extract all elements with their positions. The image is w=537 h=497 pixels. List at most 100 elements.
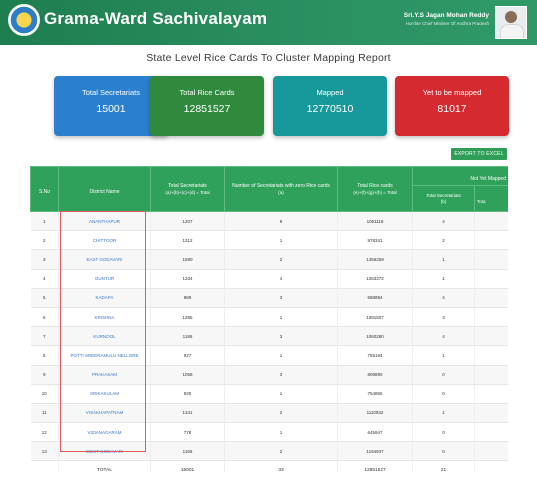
cell-nym-total-secretariats: 1 (412, 403, 475, 424)
cell-total-rice-cards: 688894 (337, 288, 413, 308)
header-total-secretariats: Total Secretariats (a)+(b)+(c)+(d) = Tot… (150, 166, 225, 212)
page-title: State Level Rice Cards To Cluster Mappin… (146, 52, 391, 64)
card-label: Mapped (316, 88, 344, 97)
cell-total-secretariats: 889 (150, 288, 225, 308)
cell-total-rice-cards: 1081507 (337, 307, 413, 328)
cell-nym-total-secretariats: 0 (412, 384, 475, 404)
cell-nym-next (474, 384, 508, 404)
photo-head (505, 11, 517, 23)
cell-nym-next (474, 269, 508, 289)
cell-sno: 6 (30, 307, 59, 328)
photo-body (500, 24, 524, 38)
card-value: 12770510 (306, 103, 354, 115)
cell-nym-total-secretariats: 2 (412, 230, 475, 251)
cell-total-rice-cards: 1061119 (337, 211, 413, 232)
cell-nym-next (474, 422, 508, 443)
cell-zero-rice-cards: 4 (224, 269, 338, 289)
app-title: Grama-Ward Sachivalayam (44, 9, 268, 28)
total-secretariats: 15001 (150, 460, 225, 472)
mapped-card[interactable]: Mapped 12770510 (273, 76, 387, 136)
cell-total-rice-cards: 1184937 (337, 441, 413, 462)
cell-sno: 4 (30, 269, 59, 289)
card-label: Total Rice Cards (179, 88, 235, 97)
cm-photo-icon (495, 6, 527, 39)
cell-nym-total-secretariats: 4 (412, 211, 475, 232)
card-value: 12851527 (183, 103, 231, 115)
cell-nym-next (474, 403, 508, 424)
cell-total-rice-cards: 809890 (337, 365, 413, 385)
cell-total-rice-cards: 1110932 (337, 403, 413, 424)
cell-total-secretariats: 1334 (150, 269, 225, 289)
cell-total-secretariats: 927 (150, 345, 225, 366)
cell-zero-rice-cards: 2 (224, 249, 338, 270)
cell-nym-total-secretariats: 3 (412, 307, 475, 328)
total-rice-cards: 12851527 (337, 460, 413, 472)
cell-sno: 11 (30, 403, 59, 424)
cell-zero-rice-cards: 2 (224, 441, 338, 462)
cell-zero-rice-cards: 3 (224, 288, 338, 308)
cell-nym-total-secretariats: 0 (412, 441, 475, 462)
cell-total-empty (30, 460, 59, 472)
cell-sno: 2 (30, 230, 59, 251)
cell-total-secretariats: 1341 (150, 403, 225, 424)
cell-sno: 7 (30, 326, 59, 347)
cell-nym-next (474, 230, 508, 251)
cell-sno: 5 (30, 288, 59, 308)
cell-nym-next (474, 249, 508, 270)
cell-total-rice-cards: 1263372 (337, 269, 413, 289)
cell-nym-total-secretariats: 1 (412, 345, 475, 366)
cell-total-secretariats: 930 (150, 384, 225, 404)
export-to-excel-button[interactable]: EXPORT TO EXCEL (451, 148, 507, 160)
header-nym-total-secretariats: Total Secretariats (b) (412, 185, 475, 212)
total-rice-cards-card[interactable]: Total Rice Cards 12851527 (150, 76, 264, 136)
cell-nym-next (474, 288, 508, 308)
app-header: Grama-Ward Sachivalayam Sri.Y.S Jagan Mo… (0, 0, 537, 45)
header-not-yet-mapped: Not Yet Mapped (412, 166, 508, 186)
cell-nym-total-secretariats: 0 (412, 365, 475, 385)
cell-zero-rice-cards: 1 (224, 307, 338, 328)
yet-to-be-mapped-card[interactable]: Yet to be mapped 81017 (395, 76, 509, 136)
cell-nym-next (474, 211, 508, 232)
header-zero-rice-cards: Number of Secretariats with zero Rice ca… (224, 166, 338, 212)
cell-nym-next (474, 307, 508, 328)
cell-total-secretariats: 1165 (150, 441, 225, 462)
cell-zero-rice-cards: 1 (224, 230, 338, 251)
total-label: TOTAL (58, 460, 151, 472)
cell-total-rice-cards: 978341 (337, 230, 413, 251)
cell-zero-rice-cards: 3 (224, 365, 338, 385)
header-total-rice-cards: Total Rice cards (e)+(f)+(g)+(h) = Total (337, 166, 413, 212)
header-district: District Name (58, 166, 151, 212)
cell-total-secretariats: 1590 (150, 249, 225, 270)
cell-total-rice-cards: 1060280 (337, 326, 413, 347)
cell-nym-total-secretariats: 1 (412, 249, 475, 270)
cell-total-secretariats: 1285 (150, 307, 225, 328)
cell-zero-rice-cards: 1 (224, 384, 338, 404)
card-value: 81017 (437, 103, 467, 115)
cell-nym-total-secretariats: 4 (412, 288, 475, 308)
cell-nym-total-secretariats: 0 (412, 422, 475, 443)
cell-total-secretariats: 1186 (150, 326, 225, 347)
cell-nym-next (474, 441, 508, 462)
cell-zero-rice-cards: 2 (224, 403, 338, 424)
cell-sno: 13 (30, 441, 59, 462)
cell-nym-next (474, 345, 508, 366)
header-sno: S.No (30, 166, 59, 212)
cell-total-secretariats: 1312 (150, 230, 225, 251)
cell-zero-rice-cards: 3 (224, 326, 338, 347)
cell-zero-rice-cards: 1 (224, 422, 338, 443)
cell-zero-rice-cards: 1 (224, 345, 338, 366)
cell-total-secretariats: 1207 (150, 211, 225, 232)
cell-nym-total-secretariats: 4 (412, 326, 475, 347)
total-zero-rice-cards: 33 (224, 460, 338, 472)
cell-total-rice-cards: 645947 (337, 422, 413, 443)
total-row: TOTAL 15001 33 12851527 21 (30, 460, 508, 472)
ap-emblem-icon (8, 4, 40, 36)
cell-total-secretariats: 778 (150, 422, 225, 443)
cell-total-rice-cards: 754855 (337, 384, 413, 404)
cell-sno: 9 (30, 365, 59, 385)
cell-total-rice-cards: 1456259 (337, 249, 413, 270)
cell-sno: 1 (30, 211, 59, 232)
cell-nym-total-secretariats: 1 (412, 269, 475, 289)
cell-total-rice-cards: 755194 (337, 345, 413, 366)
cell-total-secretariats: 1058 (150, 365, 225, 385)
